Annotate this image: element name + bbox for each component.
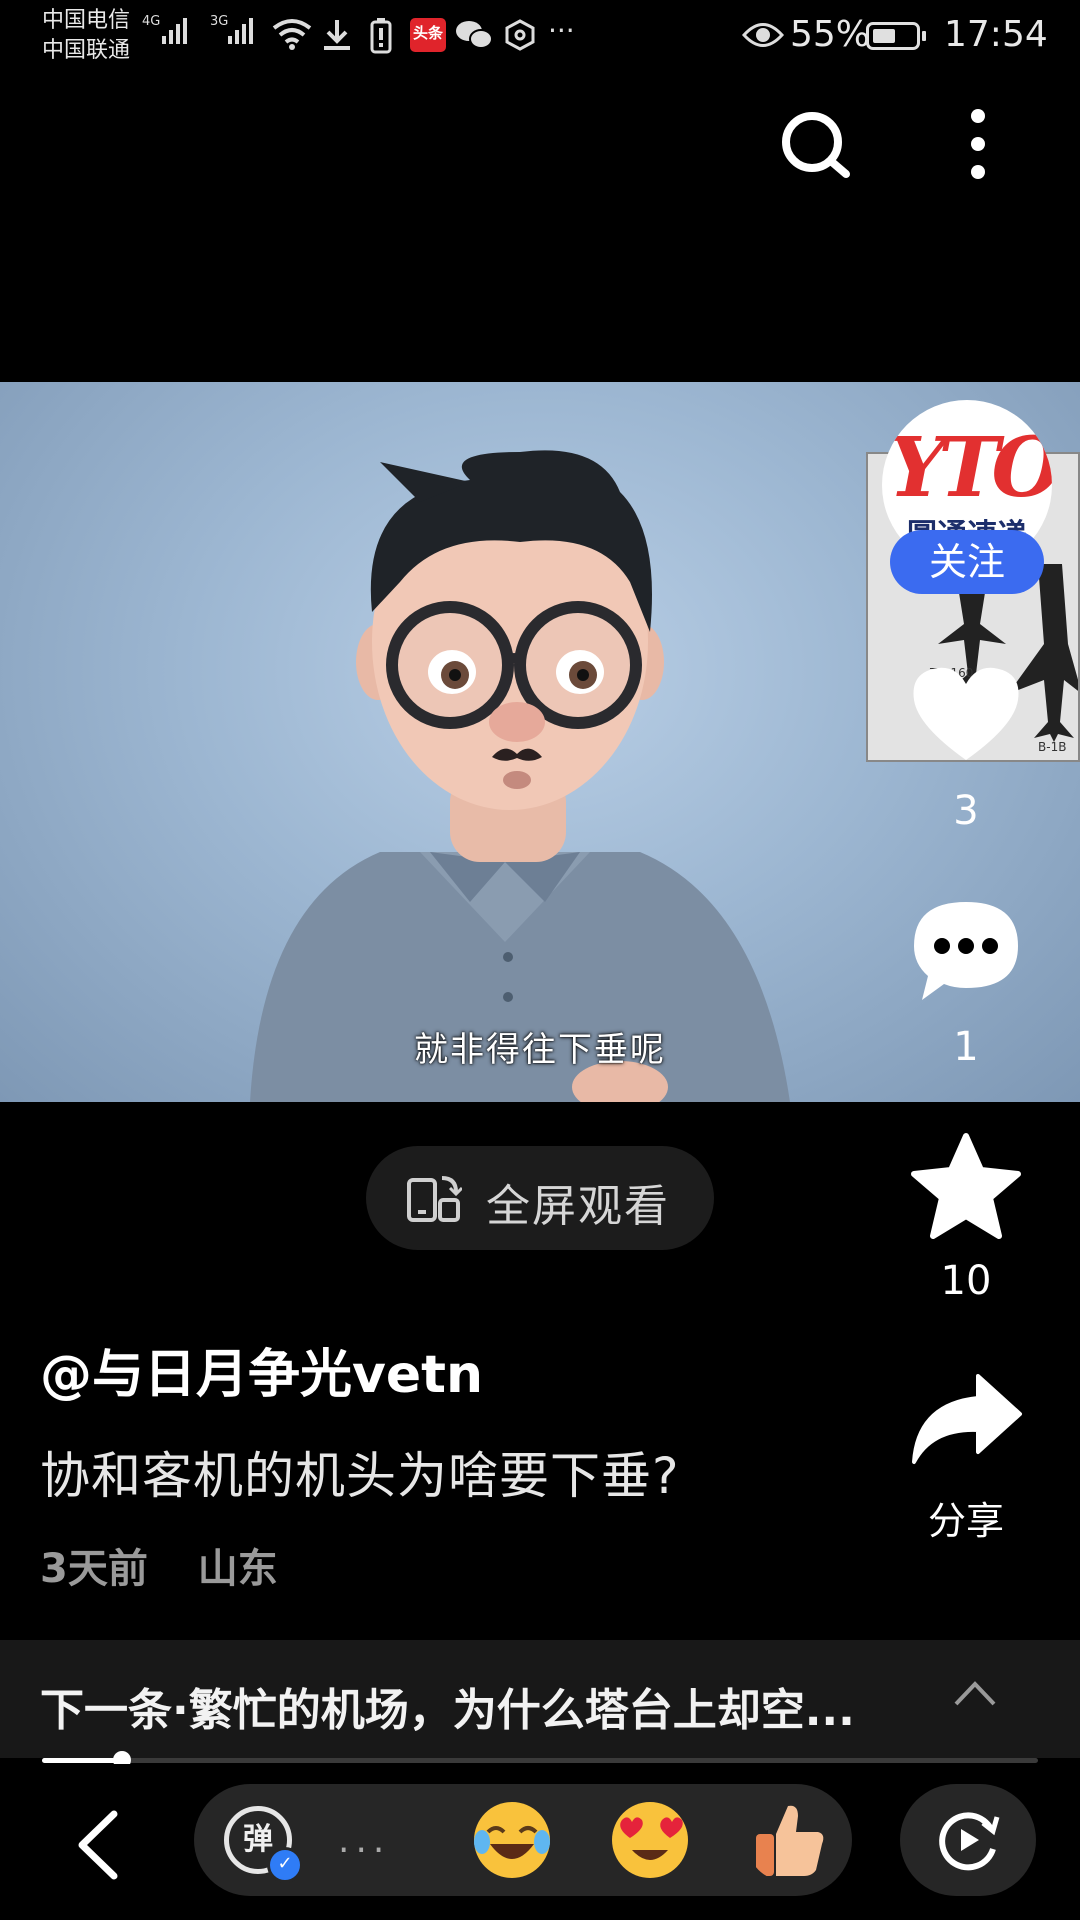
- carrier-2: 中国联通: [42, 38, 131, 63]
- hexagon-icon: [505, 19, 535, 51]
- avatar-logo: YTO: [888, 420, 1052, 516]
- battery-percent: 55%: [790, 14, 871, 55]
- carriers: 中国电信 中国联通: [42, 6, 130, 66]
- chevron-up-icon[interactable]: [952, 1678, 998, 1708]
- status-bar: 中国电信 中国联通 4G 3G 头条 ··· 55% 17:54: [0, 0, 1080, 80]
- comment-button[interactable]: [908, 896, 1024, 1010]
- rotate-screen-icon: [407, 1176, 462, 1222]
- network-2-label: 3G: [210, 14, 229, 29]
- danmaku-toggle[interactable]: 弹 ✓: [224, 1806, 303, 1883]
- download-icon: [324, 20, 350, 50]
- danmaku-input-dots[interactable]: ...: [338, 1820, 390, 1861]
- comment-count: 1: [953, 1024, 979, 1070]
- clock: 17:54: [944, 14, 1048, 55]
- share-icon: [912, 1374, 1022, 1464]
- post-location: 山东: [197, 1546, 278, 1592]
- playback-progress[interactable]: [42, 1751, 1038, 1769]
- replay-button[interactable]: [900, 1784, 1036, 1896]
- like-button[interactable]: [908, 664, 1024, 768]
- laughing-crying-emoji[interactable]: [470, 1798, 554, 1882]
- eye-icon: [742, 23, 784, 47]
- more-vertical-icon[interactable]: [958, 106, 998, 186]
- poster-label-b1b: B-1B: [1038, 740, 1067, 754]
- author-name[interactable]: @与日月争光vetn: [40, 1332, 483, 1407]
- fullscreen-button[interactable]: 全屏观看: [366, 1146, 714, 1250]
- heart-eyes-emoji[interactable]: [608, 1798, 692, 1882]
- like-count: 3: [953, 788, 979, 834]
- wechat-icon: [456, 21, 493, 49]
- star-icon: [911, 1133, 1021, 1239]
- fullscreen-label: 全屏观看: [486, 1181, 670, 1232]
- replay-icon: [939, 1812, 1000, 1871]
- wifi-icon: [272, 19, 312, 50]
- favorite-button[interactable]: [908, 1132, 1024, 1246]
- signal-icon: [162, 18, 187, 44]
- bottom-bar: 弹 ✓ ...: [0, 1764, 1080, 1920]
- favorite-count: 10: [940, 1258, 992, 1304]
- reaction-bar: 弹 ✓ ...: [194, 1784, 852, 1896]
- next-video-bar[interactable]: 下一条·繁忙的机场，为什么塔台上却空...: [0, 1640, 1080, 1758]
- danmaku-label: 弹: [243, 1822, 273, 1857]
- toutiao-app-icon: 头条: [410, 18, 446, 52]
- signal-icon: [228, 18, 253, 44]
- network-1-label: 4G: [142, 14, 161, 29]
- share-button[interactable]: [908, 1370, 1024, 1470]
- next-video-label: 下一条·繁忙的机场，为什么塔台上却空...: [40, 1685, 855, 1736]
- check-icon: ✓: [267, 1847, 303, 1883]
- search-icon[interactable]: [778, 108, 854, 184]
- carrier-1: 中国电信: [42, 8, 131, 33]
- follow-button[interactable]: 关注: [890, 530, 1044, 594]
- battery-icon: [866, 22, 926, 50]
- battery-alert-icon: [370, 18, 392, 54]
- post-meta: 3天前 山东: [40, 1536, 314, 1594]
- back-arrow-icon[interactable]: [74, 1810, 120, 1880]
- comment-icon: [914, 902, 1018, 1000]
- overflow-indicator: ···: [548, 14, 575, 47]
- post-title: 协和客机的机头为啥要下垂?: [40, 1447, 680, 1505]
- progress-fill: [42, 1758, 122, 1763]
- thumbs-up-emoji[interactable]: [746, 1798, 830, 1882]
- heart-icon: [913, 667, 1019, 760]
- post-time: 3天前: [40, 1546, 148, 1592]
- share-label: 分享: [927, 1499, 1004, 1543]
